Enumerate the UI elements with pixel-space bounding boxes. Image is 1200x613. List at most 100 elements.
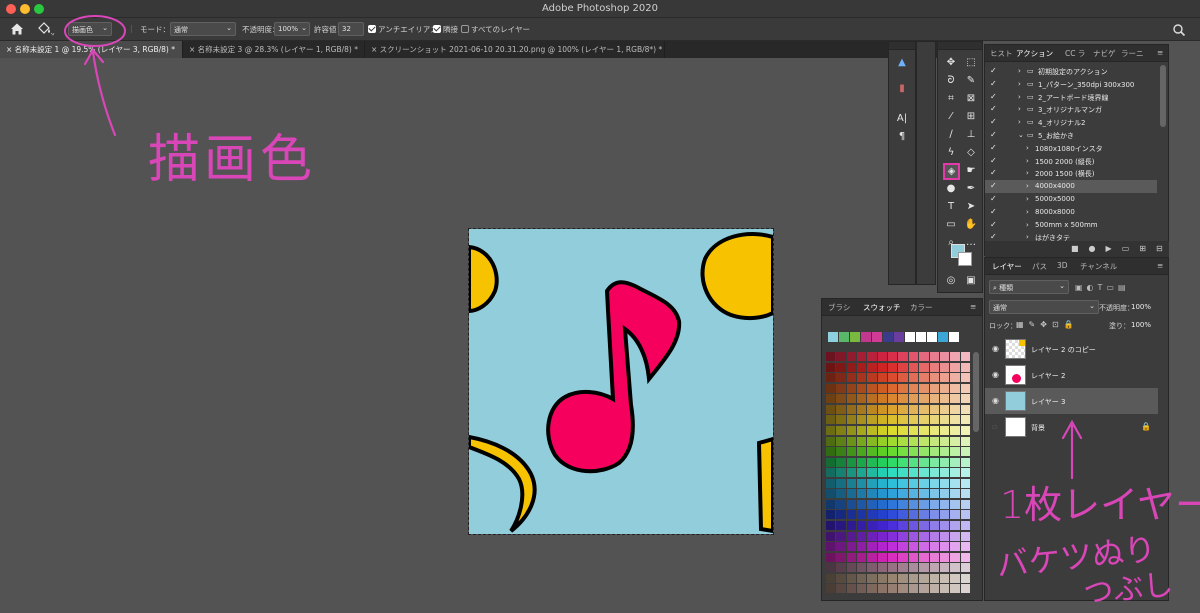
swatch[interactable] bbox=[867, 457, 877, 467]
chevron-icon[interactable]: › bbox=[1018, 93, 1021, 101]
swatch[interactable] bbox=[836, 425, 846, 435]
histogram-icon[interactable]: ▮ bbox=[895, 82, 909, 96]
swatch[interactable] bbox=[877, 415, 888, 425]
shape-tool-icon[interactable]: ▭ bbox=[944, 218, 958, 232]
tab-brushes[interactable]: ブラシ bbox=[828, 302, 850, 313]
chevron-icon[interactable]: › bbox=[1026, 169, 1029, 177]
swatch[interactable] bbox=[929, 362, 939, 372]
swatch[interactable] bbox=[867, 362, 877, 372]
swatch[interactable] bbox=[908, 510, 919, 520]
swatch[interactable] bbox=[950, 510, 960, 520]
swatch[interactable] bbox=[836, 394, 846, 404]
swatch[interactable] bbox=[908, 531, 919, 541]
swatch[interactable] bbox=[908, 489, 919, 499]
swatch[interactable] bbox=[919, 510, 929, 520]
swatch[interactable] bbox=[898, 584, 908, 594]
chevron-icon[interactable]: › bbox=[1026, 144, 1029, 152]
swatch[interactable] bbox=[908, 521, 919, 530]
swatch[interactable] bbox=[919, 436, 929, 446]
swatch[interactable] bbox=[867, 415, 877, 425]
swatch[interactable] bbox=[888, 521, 898, 530]
swatch[interactable] bbox=[950, 573, 960, 583]
swatch[interactable] bbox=[867, 499, 877, 509]
swatch[interactable] bbox=[836, 415, 846, 425]
swatch[interactable] bbox=[877, 383, 888, 393]
swatch[interactable] bbox=[960, 352, 970, 361]
swatch[interactable] bbox=[846, 510, 857, 520]
swatch[interactable] bbox=[950, 499, 960, 509]
swatch[interactable] bbox=[898, 404, 908, 414]
swatch[interactable] bbox=[877, 563, 888, 573]
paragraph-icon[interactable]: ¶ bbox=[895, 130, 909, 144]
swatch[interactable] bbox=[857, 478, 867, 488]
swatch[interactable] bbox=[877, 373, 888, 383]
action-row[interactable]: ✓ › ▭ 初期設定のアクション bbox=[985, 65, 1157, 78]
swatch[interactable] bbox=[929, 404, 939, 414]
swatch[interactable] bbox=[908, 584, 919, 594]
swatch[interactable] bbox=[908, 373, 919, 383]
swatch[interactable] bbox=[888, 425, 898, 435]
swatch[interactable] bbox=[846, 552, 857, 562]
swatch[interactable] bbox=[857, 373, 867, 383]
swatch[interactable] bbox=[939, 489, 950, 499]
swatch[interactable] bbox=[867, 447, 877, 457]
check-icon[interactable]: ✓ bbox=[990, 156, 997, 165]
swatch[interactable] bbox=[846, 563, 857, 573]
swatch[interactable] bbox=[898, 362, 908, 372]
swatch[interactable] bbox=[919, 362, 929, 372]
swatch[interactable] bbox=[939, 373, 950, 383]
swatch[interactable] bbox=[836, 499, 846, 509]
swatch[interactable] bbox=[929, 499, 939, 509]
swatch[interactable] bbox=[919, 425, 929, 435]
swatch[interactable] bbox=[929, 552, 939, 562]
action-row[interactable]: ✓ › 500mm x 500mm bbox=[985, 219, 1157, 232]
swatch[interactable] bbox=[950, 436, 960, 446]
swatch[interactable] bbox=[919, 457, 929, 467]
action-row[interactable]: ✓ › はがきタテ bbox=[985, 231, 1157, 241]
swatch[interactable] bbox=[846, 489, 857, 499]
swatch[interactable] bbox=[826, 457, 836, 467]
tab-color[interactable]: カラー bbox=[910, 302, 933, 313]
swatch[interactable] bbox=[826, 510, 836, 520]
type-tool-icon[interactable]: T bbox=[944, 200, 958, 214]
swatch[interactable] bbox=[960, 510, 970, 520]
swatch[interactable] bbox=[929, 584, 939, 594]
lock-icons[interactable]: ▦✎✥⊡🔒 bbox=[1016, 320, 1079, 329]
action-row[interactable]: ✓ › 2000 1500 (横長) bbox=[985, 167, 1157, 180]
tab-swatches[interactable]: スウォッチ bbox=[863, 302, 901, 313]
swatch[interactable] bbox=[929, 383, 939, 393]
swatch[interactable] bbox=[877, 521, 888, 530]
swatch[interactable] bbox=[960, 468, 970, 478]
swatch[interactable] bbox=[929, 531, 939, 541]
swatch[interactable] bbox=[826, 383, 836, 393]
eraser-tool-icon[interactable]: ◇ bbox=[964, 146, 978, 160]
swatch[interactable] bbox=[857, 521, 867, 530]
tab-paths[interactable]: パス bbox=[1032, 261, 1047, 272]
path-select-tool-icon[interactable]: ➤ bbox=[964, 200, 978, 214]
swatch[interactable] bbox=[929, 468, 939, 478]
swatch[interactable] bbox=[908, 499, 919, 509]
swatch[interactable] bbox=[867, 552, 877, 562]
swatch[interactable] bbox=[908, 468, 919, 478]
swatch[interactable] bbox=[950, 404, 960, 414]
swatch[interactable] bbox=[846, 383, 857, 393]
swatch[interactable] bbox=[919, 383, 929, 393]
recent-swatch[interactable] bbox=[916, 332, 926, 342]
swatch[interactable] bbox=[929, 425, 939, 435]
character-icon[interactable]: A| bbox=[895, 112, 909, 126]
antialias-checkbox[interactable]: アンチエイリアス bbox=[368, 24, 438, 35]
swatch[interactable] bbox=[867, 394, 877, 404]
swatch[interactable] bbox=[846, 352, 857, 361]
swatch[interactable] bbox=[888, 436, 898, 446]
check-icon[interactable]: ✓ bbox=[990, 207, 997, 216]
swatch[interactable] bbox=[919, 521, 929, 530]
swatch[interactable] bbox=[857, 468, 867, 478]
doc-tab-2[interactable]: × 名称未設定 3 @ 28.3% (レイヤー 1, RGB/8) * bbox=[183, 41, 365, 58]
swatch[interactable] bbox=[867, 478, 877, 488]
swatch[interactable] bbox=[836, 552, 846, 562]
swatch[interactable] bbox=[929, 573, 939, 583]
swatch[interactable] bbox=[857, 510, 867, 520]
swatch[interactable] bbox=[950, 352, 960, 361]
swatch[interactable] bbox=[877, 352, 888, 361]
swatch[interactable] bbox=[846, 404, 857, 414]
